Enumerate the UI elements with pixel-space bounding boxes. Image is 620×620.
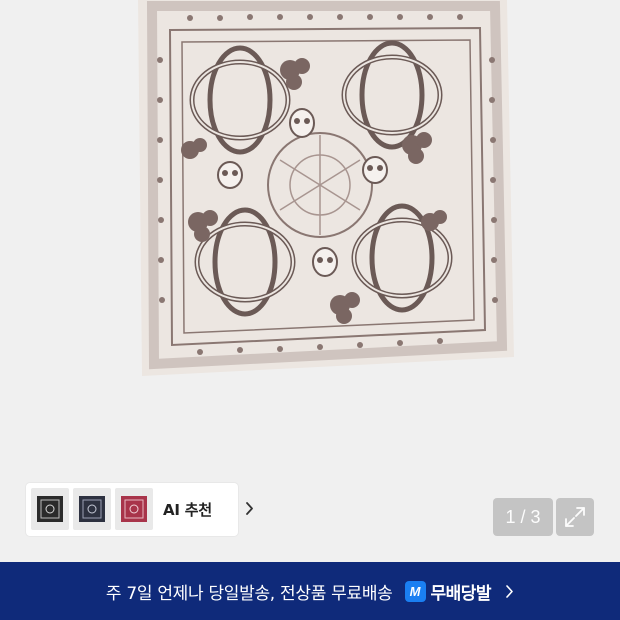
ai-recommend-panel[interactable]: AI 추천: [26, 483, 253, 536]
product-image[interactable]: [130, 0, 515, 378]
expand-arrows-icon: [565, 507, 585, 527]
chevron-right-icon: [506, 584, 513, 598]
chevron-right-icon: [246, 502, 253, 515]
ai-recommend-label[interactable]: AI 추천: [163, 499, 212, 520]
expand-button[interactable]: [556, 498, 594, 536]
free-shipping-banner[interactable]: 주 7일 언제나 당일발송, 전상품 무료배송 M 무배당발: [0, 562, 620, 620]
thumbnail-navy-bandana[interactable]: [73, 488, 111, 530]
brand-name: 무배당발: [430, 583, 492, 604]
thumbnail-red-bandana[interactable]: [115, 488, 153, 530]
image-counter: 1 / 3: [493, 498, 553, 536]
banner-text: 주 7일 언제나 당일발송, 전상품 무료배송: [105, 583, 393, 604]
brand-logo-icon: M: [404, 580, 426, 602]
thumbnail-black-bandana[interactable]: [31, 488, 69, 530]
product-image-gallery[interactable]: AI 추천 1 / 3: [0, 0, 620, 562]
